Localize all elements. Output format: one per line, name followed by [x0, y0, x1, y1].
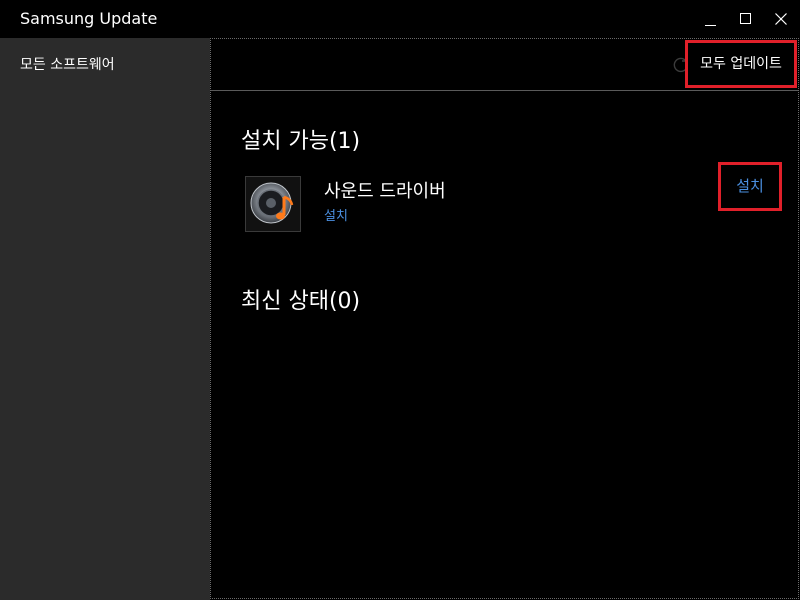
close-button[interactable]: [762, 0, 800, 38]
window-title: Samsung Update: [20, 9, 158, 28]
app-window: Samsung Update 모든 소프트웨어 모두 업데이트 설치 가능(1): [0, 0, 800, 600]
close-icon: [775, 13, 787, 25]
update-all-button[interactable]: 모두 업데이트: [685, 40, 797, 88]
toolbar: 모두 업데이트: [211, 39, 798, 91]
main-panel: 모두 업데이트 설치 가능(1) 사운드 드라이버 설치 설치 최신 상태(0): [210, 38, 799, 599]
install-button[interactable]: 설치: [718, 162, 782, 211]
speaker-music-icon: [245, 176, 301, 232]
title-bar: Samsung Update: [0, 0, 800, 38]
sidebar: 모든 소프트웨어: [0, 38, 210, 600]
app-status-link[interactable]: 설치: [324, 205, 348, 224]
minimize-icon: [705, 25, 716, 26]
minimize-button[interactable]: [692, 0, 730, 38]
section-title-available: 설치 가능(1): [241, 129, 361, 154]
app-name: 사운드 드라이버: [324, 181, 446, 202]
section-title-latest: 최신 상태(0): [241, 289, 361, 314]
sidebar-item-all-software[interactable]: 모든 소프트웨어: [20, 54, 115, 74]
maximize-icon: [740, 13, 751, 24]
maximize-button[interactable]: [727, 0, 765, 38]
